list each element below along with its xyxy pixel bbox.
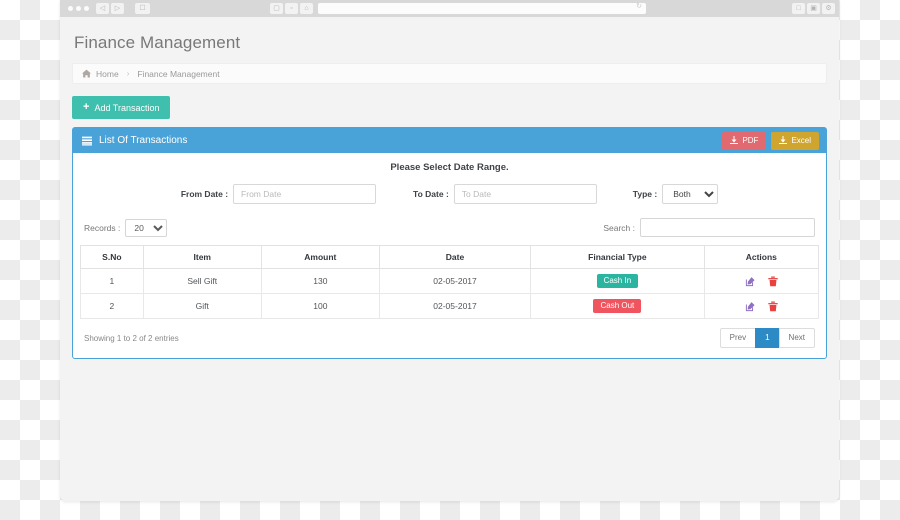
export-pdf-label: PDF bbox=[742, 136, 759, 145]
pagination-prev[interactable]: Prev bbox=[719, 328, 757, 349]
tabs-icon[interactable]: ▣ bbox=[807, 3, 820, 14]
cell-date: 02-05-2017 bbox=[378, 268, 532, 294]
browser-nav-buttons: ◁ ▷ bbox=[96, 3, 124, 14]
maximize-window-dot[interactable] bbox=[84, 6, 89, 11]
table-row: 1 Sell Gift 130 02-05-2017 Cash In bbox=[80, 268, 820, 294]
cell-item: Gift bbox=[142, 293, 262, 319]
to-date-input[interactable] bbox=[453, 184, 597, 204]
transactions-panel: List Of Transactions PDF Excel Please Se… bbox=[72, 127, 827, 360]
page-title: Finance Management bbox=[74, 33, 241, 52]
cell-date: 02-05-2017 bbox=[378, 293, 532, 319]
edit-icon[interactable] bbox=[745, 301, 756, 312]
back-button[interactable]: ◁ bbox=[96, 3, 109, 14]
window-icon[interactable]: ▫ bbox=[285, 3, 298, 14]
column-header-amount[interactable]: Amount bbox=[260, 245, 380, 269]
date-filter-row: From Date : To Date : Type : Both bbox=[80, 184, 819, 204]
cell-actions bbox=[703, 293, 820, 319]
browser-window: ◁ ▷ ☐ ▢ ▫ ⌂ □ ▣ ⚙ Finance Management Hom… bbox=[60, 0, 839, 501]
type-select[interactable]: Both bbox=[662, 184, 719, 204]
minimize-window-dot[interactable] bbox=[76, 6, 81, 11]
cell-amount: 100 bbox=[260, 293, 380, 319]
search-group: Search : bbox=[603, 218, 815, 237]
column-header-financial-type[interactable]: Financial Type bbox=[530, 245, 705, 269]
transactions-table: S.No Item Amount Date Financial Type Act… bbox=[80, 245, 820, 319]
tab-icon[interactable]: ▢ bbox=[270, 3, 283, 14]
table-header-row: S.No Item Amount Date Financial Type Act… bbox=[80, 245, 820, 269]
page-content: Finance Management Home › Finance Manage… bbox=[60, 17, 839, 501]
address-bar[interactable] bbox=[318, 2, 646, 14]
panel-header: List Of Transactions PDF Excel bbox=[73, 128, 826, 153]
window-traffic-lights bbox=[68, 6, 89, 11]
plus-icon: + bbox=[83, 101, 90, 113]
records-per-page-select[interactable]: 20 bbox=[125, 218, 168, 237]
export-excel-label: Excel bbox=[791, 136, 811, 145]
edit-icon[interactable] bbox=[745, 276, 756, 287]
add-transaction-button[interactable]: + Add Transaction bbox=[72, 96, 171, 119]
from-date-label: From Date : bbox=[180, 189, 229, 199]
from-date-input[interactable] bbox=[233, 184, 377, 204]
cell-financial-type: Cash In bbox=[530, 268, 705, 294]
panel-body: Please Select Date Range. From Date : To… bbox=[73, 153, 826, 358]
cell-sno: 2 bbox=[80, 293, 144, 319]
settings-icon[interactable]: ⚙ bbox=[822, 3, 835, 14]
pagination-page-1[interactable]: 1 bbox=[755, 328, 780, 349]
home-icon bbox=[82, 69, 91, 78]
search-input[interactable] bbox=[640, 218, 815, 237]
table-tools-row: Records : 20 Search : bbox=[80, 218, 819, 237]
panel-header-actions: PDF Excel bbox=[722, 131, 819, 150]
table-head: S.No Item Amount Date Financial Type Act… bbox=[80, 245, 820, 269]
export-excel-button[interactable]: Excel bbox=[771, 131, 819, 150]
share-icon[interactable]: □ bbox=[792, 3, 805, 14]
trash-icon[interactable] bbox=[768, 276, 778, 287]
trash-icon[interactable] bbox=[768, 301, 778, 312]
records-label: Records : bbox=[84, 222, 121, 233]
type-label: Type : bbox=[632, 189, 658, 199]
column-header-actions: Actions bbox=[703, 245, 820, 269]
list-icon bbox=[82, 136, 92, 146]
cell-financial-type: Cash Out bbox=[530, 293, 705, 319]
forward-button[interactable]: ▷ bbox=[111, 3, 124, 14]
table-body: 1 Sell Gift 130 02-05-2017 Cash In 2 Gif… bbox=[80, 268, 820, 319]
export-pdf-button[interactable]: PDF bbox=[722, 131, 767, 150]
breadcrumb-separator-icon: › bbox=[126, 69, 130, 78]
cell-item: Sell Gift bbox=[142, 268, 262, 294]
status-badge: Cash In bbox=[596, 274, 639, 288]
status-badge: Cash Out bbox=[593, 299, 642, 313]
search-label: Search : bbox=[603, 222, 635, 233]
panel-title-label: List Of Transactions bbox=[99, 135, 188, 146]
table-row: 2 Gift 100 02-05-2017 Cash Out bbox=[80, 293, 820, 319]
pagination-next[interactable]: Next bbox=[778, 328, 815, 349]
row-actions bbox=[709, 276, 814, 287]
cell-sno: 1 bbox=[80, 268, 144, 294]
download-icon bbox=[779, 135, 788, 146]
pagination: Prev 1 Next bbox=[719, 328, 815, 349]
breadcrumb-item-current: Finance Management bbox=[137, 68, 220, 79]
to-date-label: To Date : bbox=[413, 189, 449, 199]
cell-amount: 130 bbox=[260, 268, 380, 294]
panel-title: List Of Transactions bbox=[82, 135, 187, 146]
close-window-dot[interactable] bbox=[68, 6, 73, 11]
add-transaction-label: Add Transaction bbox=[94, 102, 160, 113]
column-header-sno[interactable]: S.No bbox=[80, 245, 144, 269]
browser-chrome-bar: ◁ ▷ ☐ ▢ ▫ ⌂ □ ▣ ⚙ bbox=[60, 0, 839, 17]
table-footer: Showing 1 to 2 of 2 entries Prev 1 Next bbox=[80, 319, 819, 351]
cell-actions bbox=[703, 268, 820, 294]
column-header-item[interactable]: Item bbox=[142, 245, 262, 269]
home-icon[interactable]: ⌂ bbox=[300, 3, 313, 14]
row-actions bbox=[709, 301, 814, 312]
date-range-heading: Please Select Date Range. bbox=[390, 162, 509, 173]
breadcrumb-item-home[interactable]: Home bbox=[96, 69, 119, 79]
entries-info: Showing 1 to 2 of 2 entries bbox=[84, 333, 179, 343]
address-zone: ▢ ▫ ⌂ bbox=[270, 2, 646, 14]
sidebar-toggle-button[interactable]: ☐ bbox=[135, 3, 150, 14]
column-header-date[interactable]: Date bbox=[378, 245, 532, 269]
download-icon bbox=[730, 135, 739, 146]
breadcrumb: Home › Finance Management bbox=[72, 63, 827, 84]
browser-right-controls: □ ▣ ⚙ bbox=[792, 3, 835, 14]
